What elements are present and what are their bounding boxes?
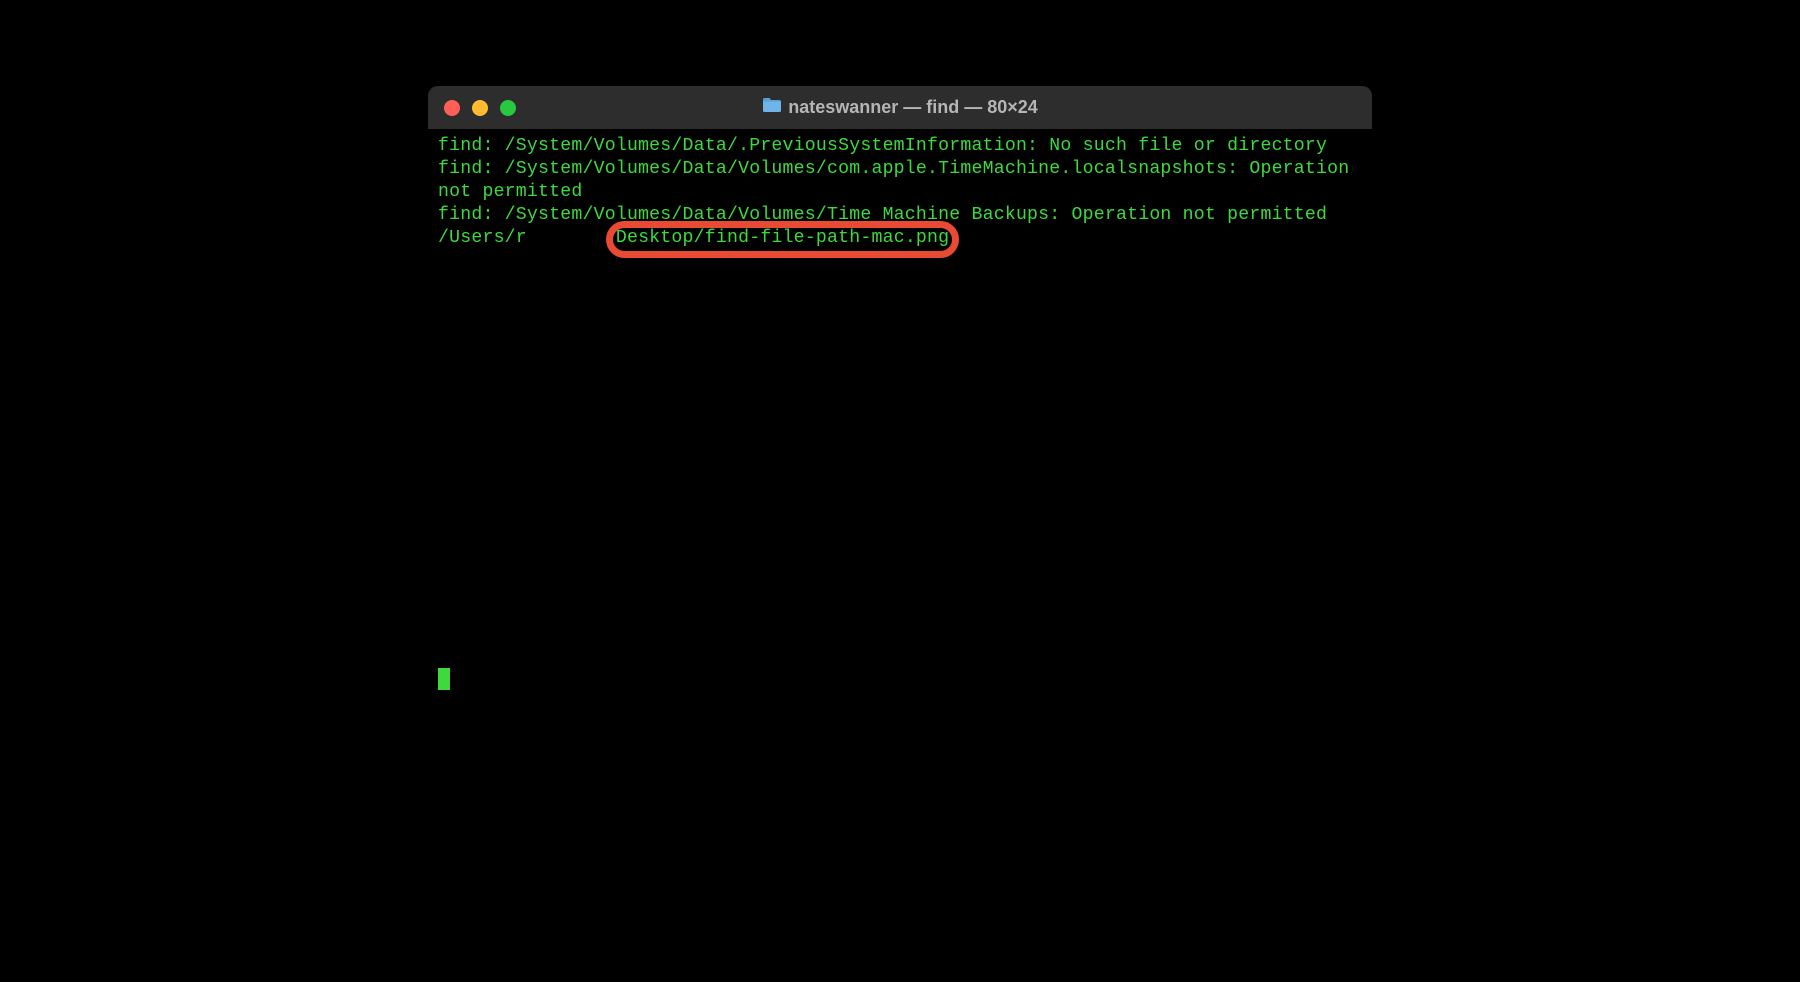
output-line-1: find: /System/Volumes/Data/.PreviousSyst… [438, 136, 1327, 156]
terminal-cursor [438, 668, 450, 690]
titlebar[interactable]: nateswanner — find — 80×24 [428, 86, 1372, 129]
highlighted-path: Desktop/find-file-path-mac.png [616, 228, 949, 248]
close-button[interactable] [444, 100, 460, 116]
zoom-button[interactable] [500, 100, 516, 116]
window-title-container: nateswanner — find — 80×24 [428, 97, 1372, 118]
output-line-4-gap [527, 228, 616, 248]
output-line-4-prefix: /Users/r [438, 228, 527, 248]
minimize-button[interactable] [472, 100, 488, 116]
terminal-output: find: /System/Volumes/Data/.PreviousSyst… [438, 135, 1362, 250]
terminal-window: nateswanner — find — 80×24 find: /System… [428, 86, 1372, 704]
window-title: nateswanner — find — 80×24 [788, 97, 1038, 118]
highlighted-path-wrap: Desktop/find-file-path-mac.png [616, 227, 949, 250]
terminal-body[interactable]: find: /System/Volumes/Data/.PreviousSyst… [428, 129, 1372, 704]
output-line-2: find: /System/Volumes/Data/Volumes/com.a… [438, 159, 1361, 202]
traffic-lights [444, 100, 516, 116]
folder-icon [762, 97, 782, 118]
output-line-3: find: /System/Volumes/Data/Volumes/Time … [438, 205, 1327, 225]
